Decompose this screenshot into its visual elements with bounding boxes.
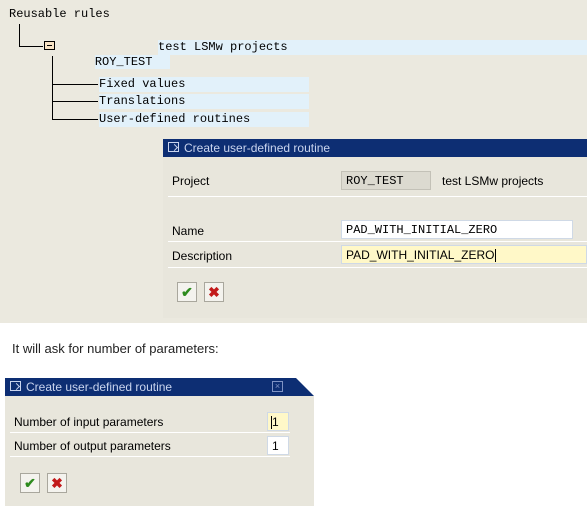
name-field[interactable]: PAD_WITH_INITIAL_ZERO (341, 220, 573, 239)
divider (168, 241, 587, 242)
window-icon (168, 142, 179, 152)
tree-connector (52, 119, 98, 120)
folder-icon[interactable] (44, 41, 55, 50)
input-parameters-field[interactable]: 1 (267, 412, 289, 431)
caption-text: It will ask for number of parameters: (12, 341, 219, 356)
text-cursor (495, 249, 497, 263)
tree-connector (19, 46, 43, 47)
project-label: Project (172, 174, 210, 188)
title-bar-edge (296, 378, 314, 396)
checkmark-icon[interactable]: ✔ (177, 282, 197, 302)
dialog-title: Create user-defined routine (26, 380, 173, 394)
divider (10, 432, 290, 433)
input-parameters-label: Number of input parameters (14, 415, 164, 429)
project-field: ROY_TEST (341, 171, 431, 190)
tree-root-label[interactable]: Reusable rules (9, 7, 110, 22)
tree-connector (52, 84, 98, 85)
cancel-icon[interactable]: ✖ (204, 282, 224, 302)
divider (10, 456, 290, 457)
divider (168, 267, 587, 268)
close-icon[interactable]: × (272, 381, 283, 392)
checkmark-icon[interactable]: ✔ (20, 473, 40, 493)
divider (168, 196, 587, 197)
description-label: Description (172, 249, 233, 263)
output-parameters-field[interactable]: 1 (267, 436, 289, 455)
dialog-title: Create user-defined routine (184, 141, 331, 155)
description-field[interactable]: PAD_WITH_INITIAL_ZERO (341, 245, 587, 264)
window-icon (10, 381, 21, 391)
tree-connector (19, 24, 20, 47)
dialog-title-bar[interactable]: Create user-defined routine × (5, 378, 314, 396)
tree-item-translations[interactable]: Translations (99, 94, 309, 109)
tree-connector (52, 56, 53, 120)
cancel-icon[interactable]: ✖ (47, 473, 67, 493)
tree-panel: Reusable rules ROY_TEST test LSMw projec… (0, 0, 587, 323)
project-description: test LSMw projects (442, 174, 544, 188)
tree-item-fixed-values[interactable]: Fixed values (99, 77, 309, 92)
dialog-title-bar[interactable]: Create user-defined routine (163, 139, 587, 157)
parameters-dialog: Create user-defined routine × Number of … (5, 378, 314, 506)
create-routine-dialog: Create user-defined routine Project ROY_… (163, 139, 587, 318)
name-label: Name (172, 224, 205, 238)
output-parameters-label: Number of output parameters (14, 439, 171, 453)
tree-connector (52, 101, 98, 102)
tree-project-description: test LSMw projects (158, 40, 587, 55)
tree-item-user-defined-routines[interactable]: User-defined routines (99, 112, 309, 127)
